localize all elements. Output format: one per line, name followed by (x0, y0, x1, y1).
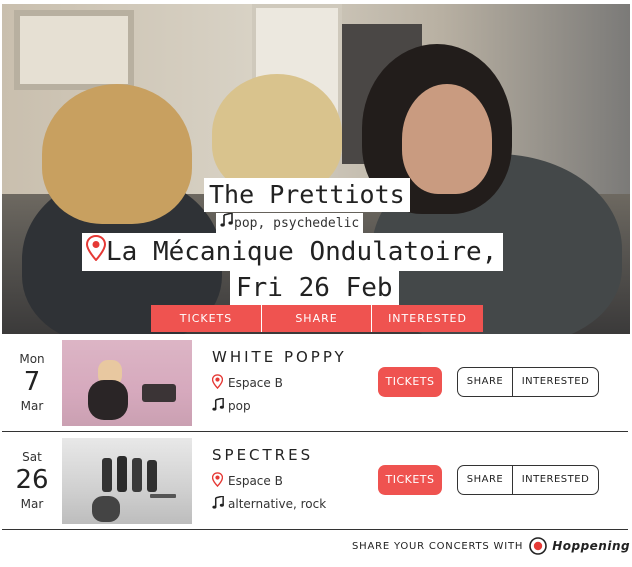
event-share-interested-group: SHARE INTERESTED (457, 367, 599, 397)
thumb-person-body (88, 380, 128, 420)
music-note-icon (212, 495, 228, 512)
event-genres-text: pop (228, 399, 251, 413)
event-day: 26 (15, 465, 49, 495)
event-weekday: Sat (22, 450, 42, 464)
thumb-person (117, 456, 127, 492)
event-share-interested-group: SHARE INTERESTED (457, 465, 599, 495)
location-pin-icon (211, 374, 228, 392)
event-share-button[interactable]: SHARE (458, 368, 513, 396)
thumb-boombox (142, 384, 176, 402)
featured-interested-button[interactable]: INTERESTED (371, 305, 483, 332)
thumb-person (147, 460, 157, 492)
event-weekday: Mon (19, 352, 45, 366)
event-row: Sat 26 Mar SPECTRES Espace B alternative… (2, 432, 628, 530)
event-genres: alternative, rock (212, 495, 327, 512)
featured-artist-name[interactable]: The Prettiots (204, 178, 410, 212)
event-tickets-button[interactable]: TICKETS (378, 465, 442, 495)
event-artist-name[interactable]: WHITE POPPY (212, 348, 347, 366)
event-date: Sat 26 Mar (2, 432, 62, 530)
event-day: 7 (23, 367, 41, 397)
event-row: Mon 7 Mar WHITE POPPY Espace B pop TICKE… (2, 334, 628, 432)
featured-share-button[interactable]: SHARE (261, 305, 371, 332)
hero-person-2-hair (212, 74, 342, 194)
featured-venue: La Mécanique Ondulatoire, (82, 233, 504, 272)
event-venue-text[interactable]: Espace B (228, 474, 283, 488)
event-tickets-button[interactable]: TICKETS (378, 367, 442, 397)
featured-genres-text: pop, psychedelic (234, 216, 360, 231)
thumb-table (150, 494, 176, 498)
hero-person-3-face (402, 84, 492, 194)
hero-wall-frame (14, 10, 134, 90)
event-thumbnail[interactable] (62, 340, 192, 426)
event-genres-text: alternative, rock (228, 497, 327, 511)
event-interested-button[interactable]: INTERESTED (513, 368, 598, 396)
event-artist-name[interactable]: SPECTRES (212, 446, 313, 464)
event-month: Mar (20, 399, 44, 413)
footer-text: SHARE YOUR CONCERTS WITH (352, 540, 524, 552)
featured-event-hero: The Prettiots pop, psychedelic La Mécani… (2, 4, 630, 334)
event-genres: pop (212, 397, 251, 414)
event-share-button[interactable]: SHARE (458, 466, 513, 494)
featured-actions: TICKETS SHARE INTERESTED (151, 305, 483, 332)
thumb-person-seated (92, 496, 120, 522)
footer: SHARE YOUR CONCERTS WITH Hoppening (352, 536, 630, 556)
music-note-icon (212, 397, 228, 414)
event-venue: Espace B (211, 472, 283, 490)
event-venue-text[interactable]: Espace B (228, 376, 283, 390)
event-thumbnail[interactable] (62, 438, 192, 524)
event-interested-button[interactable]: INTERESTED (513, 466, 598, 494)
featured-tickets-button[interactable]: TICKETS (151, 305, 261, 332)
featured-genres: pop, psychedelic (216, 211, 364, 234)
thumb-person (102, 458, 112, 492)
event-date: Mon 7 Mar (2, 334, 62, 432)
hoppening-logo-icon[interactable] (529, 537, 547, 555)
music-note-icon (220, 211, 234, 234)
location-pin-icon (85, 234, 107, 272)
featured-date: Fri 26 Feb (230, 271, 399, 305)
footer-brand[interactable]: Hoppening (552, 539, 630, 553)
event-venue: Espace B (211, 374, 283, 392)
location-pin-icon (211, 472, 228, 490)
featured-venue-text[interactable]: La Mécanique Ondulatoire, (106, 237, 497, 267)
thumb-person (132, 458, 142, 492)
event-month: Mar (20, 497, 44, 511)
hero-person-1-hair (42, 84, 192, 224)
